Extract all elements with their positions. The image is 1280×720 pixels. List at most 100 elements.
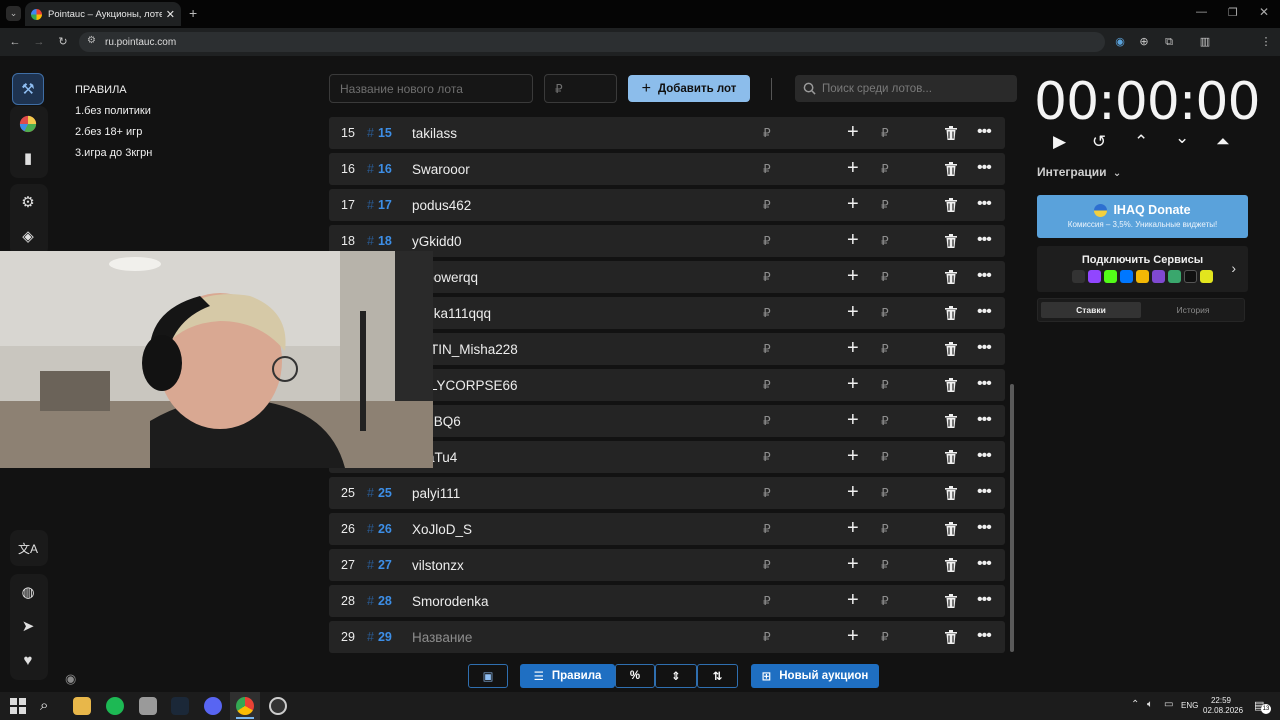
lot-amount-input[interactable]: ₽: [763, 486, 771, 500]
layers-icon[interactable]: ◈: [12, 220, 44, 252]
lot-row[interactable]: 27 #27 vilstonzx ₽ + ₽ •••: [329, 549, 1005, 581]
lot-name-input[interactable]: palyi111: [412, 486, 460, 501]
obs-icon[interactable]: [269, 697, 287, 715]
more-options-icon[interactable]: •••: [977, 267, 992, 285]
delete-icon[interactable]: [945, 306, 957, 320]
lot-amount-input[interactable]: ₽: [763, 630, 771, 644]
lot-name-input[interactable]: Название: [412, 630, 472, 645]
more-options-icon[interactable]: •••: [977, 519, 992, 537]
lot-row[interactable]: 26 #26 XoJloD_S ₽ + ₽ •••: [329, 513, 1005, 545]
add-lot-button[interactable]: + Добавить лот: [628, 75, 750, 102]
delete-icon[interactable]: [945, 198, 957, 212]
extra-amount-input[interactable]: ₽: [881, 522, 889, 536]
clock[interactable]: 22:59 02.08.2026: [1203, 696, 1243, 716]
lot-name-input[interactable]: takilass: [412, 126, 457, 141]
time-double-up-icon[interactable]: ⏶: [1216, 132, 1230, 152]
sort-button[interactable]: ⇅: [697, 664, 738, 688]
more-options-icon[interactable]: •••: [977, 555, 992, 573]
browser-tab[interactable]: Pointauc – Аукционы, лотереи ✕: [25, 2, 181, 26]
delete-icon[interactable]: [945, 342, 957, 356]
add-amount-icon[interactable]: +: [847, 374, 859, 394]
play-icon[interactable]: ▶: [1053, 132, 1066, 152]
delete-icon[interactable]: [945, 522, 957, 536]
more-options-icon[interactable]: •••: [977, 123, 992, 141]
tray-chevron-icon[interactable]: ⌃: [1131, 699, 1139, 710]
lot-row[interactable]: 28 #28 Smorodenka ₽ + ₽ •••: [329, 585, 1005, 617]
extra-amount-input[interactable]: ₽: [881, 630, 889, 644]
lots-scrollbar[interactable]: [1010, 384, 1014, 652]
lot-amount-input[interactable]: ₽: [763, 270, 771, 284]
lot-amount-input[interactable]: ₽: [763, 234, 771, 248]
tab-bets[interactable]: Ставки: [1041, 302, 1141, 318]
more-options-icon[interactable]: •••: [977, 159, 992, 177]
add-amount-icon[interactable]: +: [847, 410, 859, 430]
steam-icon[interactable]: [171, 697, 189, 715]
extra-amount-input[interactable]: ₽: [881, 594, 889, 608]
add-amount-icon[interactable]: +: [847, 518, 859, 538]
delete-icon[interactable]: [945, 558, 957, 572]
extensions-puzzle-icon[interactable]: ⧉: [1161, 34, 1177, 50]
more-options-icon[interactable]: •••: [977, 447, 992, 465]
extra-amount-input[interactable]: ₽: [881, 450, 889, 464]
delete-icon[interactable]: [945, 450, 957, 464]
add-amount-icon[interactable]: +: [847, 266, 859, 286]
delete-icon[interactable]: [945, 162, 957, 176]
add-amount-icon[interactable]: +: [847, 590, 859, 610]
time-up-icon[interactable]: ⌃: [1134, 132, 1148, 152]
compress-button[interactable]: ⇕: [655, 664, 697, 688]
add-amount-icon[interactable]: +: [847, 194, 859, 214]
delete-icon[interactable]: [945, 414, 957, 428]
lot-amount-input[interactable]: ₽: [763, 198, 771, 212]
lot-row[interactable]: 29 #29 Название ₽ + ₽ •••: [329, 621, 1005, 653]
lot-amount-input[interactable]: ₽: [763, 522, 771, 536]
extra-amount-input[interactable]: ₽: [881, 270, 889, 284]
delete-icon[interactable]: [945, 594, 957, 608]
extra-amount-input[interactable]: ₽: [881, 306, 889, 320]
lot-amount-input[interactable]: ₽: [763, 342, 771, 356]
more-options-icon[interactable]: •••: [977, 627, 992, 645]
settings-gear-icon[interactable]: ⚙: [12, 186, 44, 218]
time-down-icon[interactable]: ⌄: [1175, 128, 1189, 148]
more-options-icon[interactable]: •••: [977, 483, 992, 501]
donate-service-card[interactable]: IHAQ Donate Комиссия – 3,5%. Уникальные …: [1037, 195, 1248, 238]
lot-name-input[interactable]: Smorodenka: [412, 594, 489, 609]
extra-amount-input[interactable]: ₽: [881, 342, 889, 356]
add-amount-icon[interactable]: +: [847, 122, 859, 142]
reload-icon[interactable]: ↻: [55, 34, 71, 50]
delete-icon[interactable]: [945, 126, 957, 140]
save-button[interactable]: ▣: [468, 664, 508, 688]
integrations-toggle[interactable]: Интеграции ⌄: [1037, 165, 1121, 179]
browser-menu-icon[interactable]: ⋮: [1258, 34, 1274, 50]
lot-amount-input[interactable]: ₽: [763, 126, 771, 140]
extra-amount-input[interactable]: ₽: [881, 558, 889, 572]
language-icon[interactable]: 文A: [12, 532, 44, 564]
window-close-icon[interactable]: ✕: [1259, 5, 1269, 19]
volume-icon[interactable]: 🔈︎: [1147, 699, 1153, 710]
more-options-icon[interactable]: •••: [977, 303, 992, 321]
site-info-icon[interactable]: ⚙: [87, 35, 96, 46]
delete-icon[interactable]: [945, 486, 957, 500]
add-amount-icon[interactable]: +: [847, 554, 859, 574]
wheel-icon[interactable]: [12, 108, 44, 140]
more-options-icon[interactable]: •••: [977, 195, 992, 213]
more-options-icon[interactable]: •••: [977, 231, 992, 249]
extra-amount-input[interactable]: ₽: [881, 486, 889, 500]
lot-row[interactable]: 17 #17 podus462 ₽ + ₽ •••: [329, 189, 1005, 221]
back-icon[interactable]: ←: [7, 34, 23, 50]
stats-icon[interactable]: ▮: [12, 142, 44, 174]
restore-icon[interactable]: ❐: [1228, 6, 1238, 19]
lot-name-input[interactable]: XoJloD_S: [412, 522, 472, 537]
add-amount-icon[interactable]: +: [847, 230, 859, 250]
add-amount-icon[interactable]: +: [847, 446, 859, 466]
lot-amount-input[interactable]: ₽: [763, 162, 771, 176]
tab-search-icon[interactable]: ⌄: [6, 6, 21, 21]
lot-name-input[interactable]: Swarooor: [412, 162, 470, 177]
file-explorer-icon[interactable]: [73, 697, 91, 715]
lot-amount-input[interactable]: ₽: [763, 306, 771, 320]
app-icon[interactable]: [139, 697, 157, 715]
visibility-eye-icon[interactable]: ◉: [65, 671, 76, 687]
extra-amount-input[interactable]: ₽: [881, 126, 889, 140]
more-options-icon[interactable]: •••: [977, 591, 992, 609]
lot-row[interactable]: 15 #15 takilass ₽ + ₽ •••: [329, 117, 1005, 149]
new-auction-button[interactable]: ⊞ Новый аукцион: [751, 664, 879, 688]
